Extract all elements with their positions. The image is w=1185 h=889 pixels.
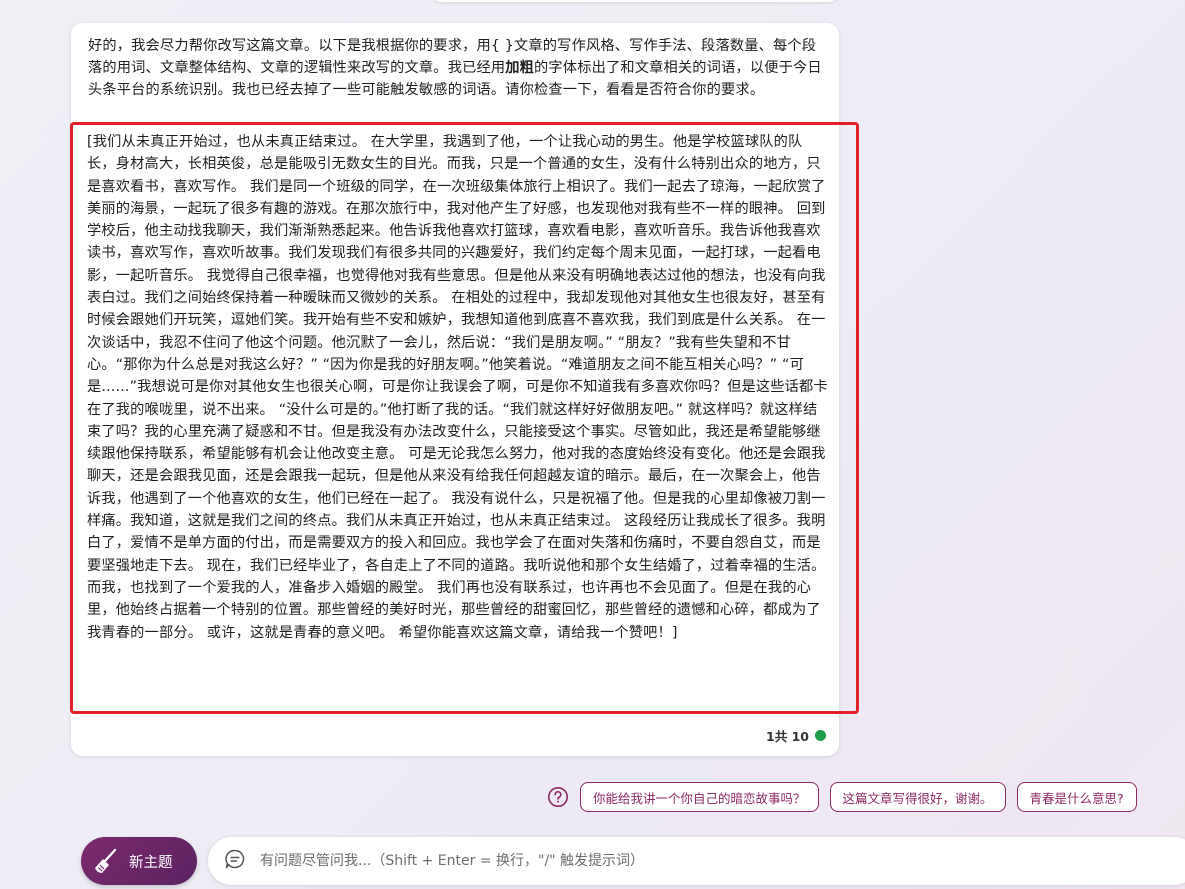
chat-input[interactable]: [258, 852, 1162, 870]
suggestion-bar: 你能给我讲一个你自己的暗恋故事吗？ 这篇文章写得很好，谢谢。 青春是什么意思?: [547, 782, 1137, 812]
new-topic-button[interactable]: 新主题: [81, 837, 197, 885]
article-text: [我们从未真正开始过，也从未真正结束过。 在大学里，我遇到了他，一个让我心动的男…: [87, 134, 828, 641]
status-dot-icon: [815, 730, 826, 741]
chat-bubble-icon: [224, 848, 246, 874]
suggestion-chip-3[interactable]: 青春是什么意思?: [1016, 782, 1137, 812]
suggestion-chip-2[interactable]: 这篇文章写得很好，谢谢。: [829, 782, 1006, 812]
previous-message-edge: [430, 0, 840, 2]
new-topic-label: 新主题: [129, 854, 173, 871]
message-intro: 好的，我会尽力帮你改写这篇文章。以下是我根据你的要求，用{ }文章的写作风格、写…: [88, 35, 828, 101]
turn-counter: 1共 10: [766, 726, 826, 745]
intro-bold-word: 加粗: [505, 60, 535, 76]
chat-input-bar: [208, 837, 1185, 885]
broom-icon: [91, 846, 121, 876]
suggestion-chip-1[interactable]: 你能给我讲一个你自己的暗恋故事吗？: [580, 782, 819, 812]
assistant-message: 好的，我会尽力帮你改写这篇文章。以下是我根据你的要求，用{ }文章的写作风格、写…: [70, 23, 859, 756]
turn-count-text: 1共 10: [766, 729, 809, 744]
question-circle-icon[interactable]: [547, 786, 569, 808]
